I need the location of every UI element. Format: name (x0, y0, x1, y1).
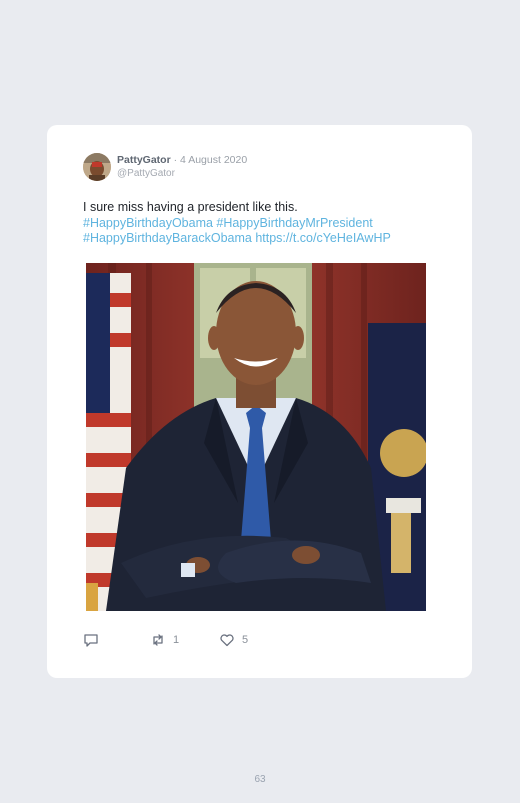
hashtag-link[interactable]: #HappyBirthdayMrPresident (216, 216, 372, 230)
heart-icon[interactable] (219, 632, 235, 648)
handle[interactable]: @PattyGator (117, 168, 247, 179)
tweet-photo[interactable] (86, 263, 426, 611)
tweet-actions: 1 5 (83, 632, 443, 652)
display-name[interactable]: PattyGator (117, 154, 171, 166)
tweet-date[interactable]: 4 August 2020 (180, 154, 247, 166)
tweet-card: PattyGator · 4 August 2020 @PattyGator I… (47, 125, 472, 678)
hashtag-link[interactable]: #HappyBirthdayObama (83, 216, 213, 230)
reply-icon[interactable] (83, 632, 99, 648)
retweet-icon[interactable] (150, 632, 166, 648)
retweet-action[interactable]: 1 (150, 632, 179, 648)
tweet-header: PattyGator · 4 August 2020 @PattyGator (117, 154, 247, 179)
url-link[interactable]: https://t.co/cYeHeIAwHP (255, 231, 391, 245)
separator: · (170, 154, 181, 166)
page-number: 63 (254, 774, 266, 785)
avatar[interactable] (83, 153, 111, 181)
tweet-text: I sure miss having a president like this… (83, 200, 443, 247)
reply-action[interactable] (83, 632, 106, 648)
like-action[interactable]: 5 (219, 632, 248, 648)
retweet-count: 1 (173, 634, 180, 646)
hashtag-link[interactable]: #HappyBirthdayBarackObama (83, 231, 252, 245)
tweet-text-line: I sure miss having a president like this… (83, 200, 298, 214)
like-count: 5 (242, 634, 249, 646)
